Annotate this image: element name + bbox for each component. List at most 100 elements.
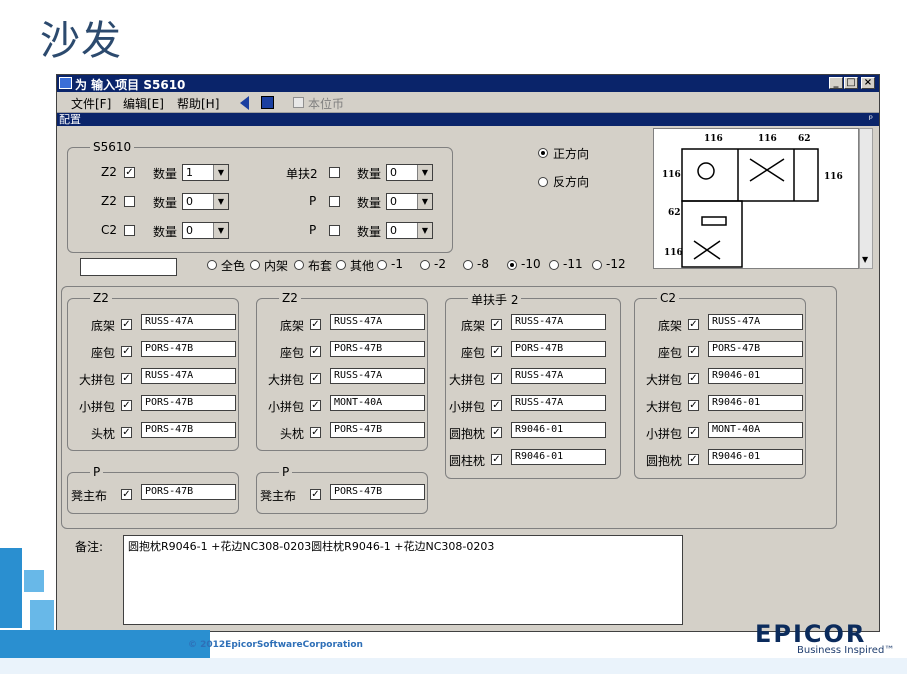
row-left-checkbox[interactable] [124,196,135,207]
p-checkbox[interactable]: ✓ [121,489,132,500]
part-checkbox[interactable]: ✓ [688,454,699,465]
direction-forward-radio[interactable] [538,148,548,158]
row-right-checkbox[interactable] [329,225,340,236]
color-option-label: 内架 [264,259,289,273]
pin-icon[interactable]: ᵖ [869,113,873,126]
part-checkbox[interactable]: ✓ [491,400,502,411]
group-title: Z2 [279,291,301,305]
color-option-radio[interactable] [207,260,217,270]
part-checkbox[interactable]: ✓ [121,427,132,438]
part-checkbox[interactable]: ✓ [491,346,502,357]
part-checkbox[interactable]: ✓ [688,373,699,384]
qty-select[interactable]: 0 ▼ [182,222,229,239]
row-right-checkbox[interactable] [329,167,340,178]
p-fabric-field[interactable]: PORS-47B [330,484,425,500]
color-option-radio[interactable] [250,260,260,270]
color-option-radio[interactable] [463,260,473,270]
color-option-radio[interactable] [294,260,304,270]
part-label: 头枕 [279,427,304,441]
dim-label: 116 [662,170,681,180]
part-checkbox[interactable]: ✓ [310,400,321,411]
part-fabric-field[interactable]: PORS-47B [141,341,236,357]
maximize-button[interactable]: □ [844,77,858,89]
p-fabric-field[interactable]: PORS-47B [141,484,236,500]
part-fabric-field[interactable]: RUSS-47A [330,368,425,384]
color-option-label: -10 [521,257,541,271]
part-fabric-field[interactable]: PORS-47B [141,422,236,438]
part-checkbox[interactable]: ✓ [491,319,502,330]
qty-select[interactable]: 0 ▼ [386,222,433,239]
part-checkbox[interactable]: ✓ [491,454,502,465]
part-checkbox[interactable]: ✓ [310,427,321,438]
part-fabric-field[interactable]: PORS-47B [511,341,606,357]
part-fabric-field[interactable]: R9046-01 [708,395,803,411]
part-fabric-field[interactable]: R9046-01 [511,449,606,465]
part-fabric-field[interactable]: RUSS-47A [511,314,606,330]
part-checkbox[interactable]: ✓ [310,346,321,357]
filter-input[interactable] [80,258,177,276]
part-fabric-field[interactable]: PORS-47B [330,422,425,438]
scroll-down-icon: ▼ [862,255,869,264]
part-checkbox[interactable]: ✓ [688,400,699,411]
part-checkbox[interactable]: ✓ [121,319,132,330]
part-fabric-field[interactable]: RUSS-47A [511,395,606,411]
part-label: 小拼包 [645,427,682,441]
part-checkbox[interactable]: ✓ [310,373,321,384]
part-fabric-field[interactable]: RUSS-47A [141,368,236,384]
part-checkbox[interactable]: ✓ [121,373,132,384]
part-fabric-field[interactable]: RUSS-47A [511,368,606,384]
part-checkbox[interactable]: ✓ [491,427,502,438]
logo-block [0,548,22,628]
part-fabric-field[interactable]: MONT-40A [330,395,425,411]
row-left-checkbox[interactable]: ✓ [124,167,135,178]
currency-checkbox[interactable] [293,97,304,108]
part-fabric-field[interactable]: PORS-47B [141,395,236,411]
part-fabric-field[interactable]: R9046-01 [708,368,803,384]
color-option-radio[interactable] [336,260,346,270]
qty-select[interactable]: 0 ▼ [386,193,433,210]
row-left-checkbox[interactable] [124,225,135,236]
part-fabric-field[interactable]: PORS-47B [330,341,425,357]
qty-select[interactable]: 0 ▼ [386,164,433,181]
diagram-scrollbar[interactable]: ▼ [859,128,873,269]
part-checkbox[interactable]: ✓ [688,319,699,330]
qty-select[interactable]: 1 ▼ [182,164,229,181]
qty-label: 数量 [153,225,178,239]
direction-reverse-radio[interactable] [538,177,548,187]
sofa-corner-outline [681,200,743,268]
part-fabric-field[interactable]: R9046-01 [511,422,606,438]
color-option-label: -1 [391,257,403,271]
menu-file[interactable]: 文件[F] [71,95,111,112]
part-checkbox[interactable]: ✓ [688,346,699,357]
part-checkbox[interactable]: ✓ [688,427,699,438]
color-option-radio[interactable] [549,260,559,270]
color-option-radio[interactable] [592,260,602,270]
save-icon[interactable] [261,96,274,109]
part-label: 头枕 [90,427,115,441]
part-checkbox[interactable]: ✓ [121,346,132,357]
remark-textarea[interactable]: 圆抱枕R9046-1 +花边NC308-0203圆柱枕R9046-1 +花边NC… [123,535,683,625]
part-fabric-field[interactable]: PORS-47B [708,341,803,357]
p-checkbox[interactable]: ✓ [310,489,321,500]
part-fabric-field[interactable]: R9046-01 [708,449,803,465]
menu-edit[interactable]: 编辑[E] [123,95,164,112]
part-checkbox[interactable]: ✓ [491,373,502,384]
direction-reverse-label: 反方向 [553,175,590,189]
close-button[interactable]: × [861,77,875,89]
qty-select[interactable]: 0 ▼ [182,193,229,210]
color-option-radio[interactable] [420,260,430,270]
part-fabric-field[interactable]: RUSS-47A [708,314,803,330]
menu-help[interactable]: 帮助[H] [177,95,219,112]
color-option-radio[interactable] [377,260,387,270]
back-arrow-icon[interactable] [240,96,249,110]
app-window: 为 输入项目 S5610 _ □ × 文件[F] 编辑[E] 帮助[H] 本位币… [56,74,880,632]
part-checkbox[interactable]: ✓ [310,319,321,330]
color-option-radio[interactable] [507,260,517,270]
row-right-checkbox[interactable] [329,196,340,207]
part-checkbox[interactable]: ✓ [121,400,132,411]
part-fabric-field[interactable]: RUSS-47A [330,314,425,330]
part-fabric-field[interactable]: RUSS-47A [141,314,236,330]
minimize-button[interactable]: _ [829,77,843,89]
part-label: 大拼包 [78,373,115,387]
part-fabric-field[interactable]: MONT-40A [708,422,803,438]
